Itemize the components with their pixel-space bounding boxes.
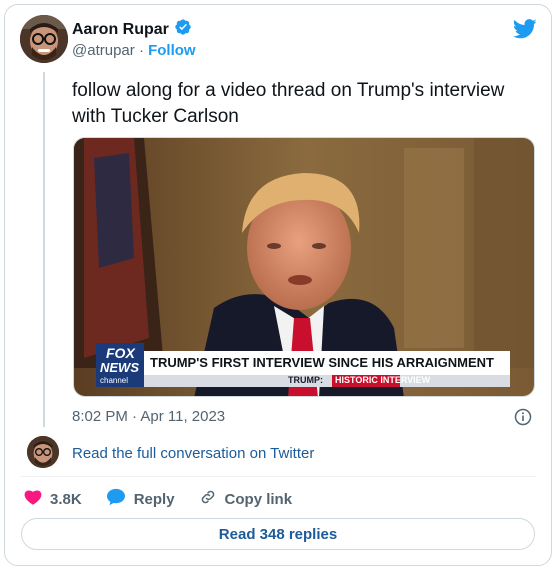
author-name-row: Aaron Rupar — [72, 18, 192, 41]
handle-separator: · — [138, 42, 144, 59]
author-avatar[interactable] — [20, 15, 68, 63]
like-button[interactable]: 3.8K — [24, 489, 82, 509]
thread-line — [43, 72, 45, 427]
read-replies-button[interactable]: Read 348 replies — [21, 518, 535, 550]
reply-button[interactable]: Reply — [106, 488, 175, 510]
twitter-bird-icon[interactable] — [512, 19, 537, 39]
reply-bubble-icon — [106, 488, 126, 510]
conversation-avatar[interactable] — [27, 436, 59, 468]
chyron-sub-text: HISTORIC INTERVIEW — [335, 375, 431, 385]
author-handle-row: @atrupar · Follow — [72, 42, 196, 59]
verified-badge-icon — [174, 18, 192, 41]
heart-icon — [24, 489, 42, 509]
divider — [20, 476, 536, 477]
author-name[interactable]: Aaron Rupar — [72, 21, 169, 39]
read-conversation-link[interactable]: Read the full conversation on Twitter — [72, 445, 314, 462]
chyron-headline: TRUMP'S FIRST INTERVIEW SINCE HIS ARRAIG… — [150, 355, 494, 370]
like-count: 3.8K — [50, 490, 82, 508]
info-icon[interactable] — [514, 408, 532, 426]
action-bar: 3.8K Reply Copy link — [20, 488, 316, 510]
tweet-timestamp[interactable]: 8:02 PM · Apr 11, 2023 — [72, 408, 225, 425]
reply-label: Reply — [133, 490, 175, 508]
link-icon — [199, 488, 217, 510]
fox-logo-mid: NEWS — [100, 360, 139, 375]
chyron-sub-label: TRUMP: — [288, 375, 323, 385]
follow-button[interactable]: Follow — [148, 42, 196, 59]
tweet-text: follow along for a video thread on Trump… — [72, 80, 505, 127]
fox-logo-top: FOX — [106, 345, 135, 361]
fox-logo-bottom: channel — [100, 376, 129, 385]
author-handle[interactable]: @atrupar — [72, 42, 135, 59]
tweet-video[interactable]: FOX NEWS channel TRUMP'S FIRST INTERVIEW… — [73, 137, 535, 397]
copy-link-label: Copy link — [224, 490, 293, 508]
copy-link-button[interactable]: Copy link — [199, 488, 293, 510]
